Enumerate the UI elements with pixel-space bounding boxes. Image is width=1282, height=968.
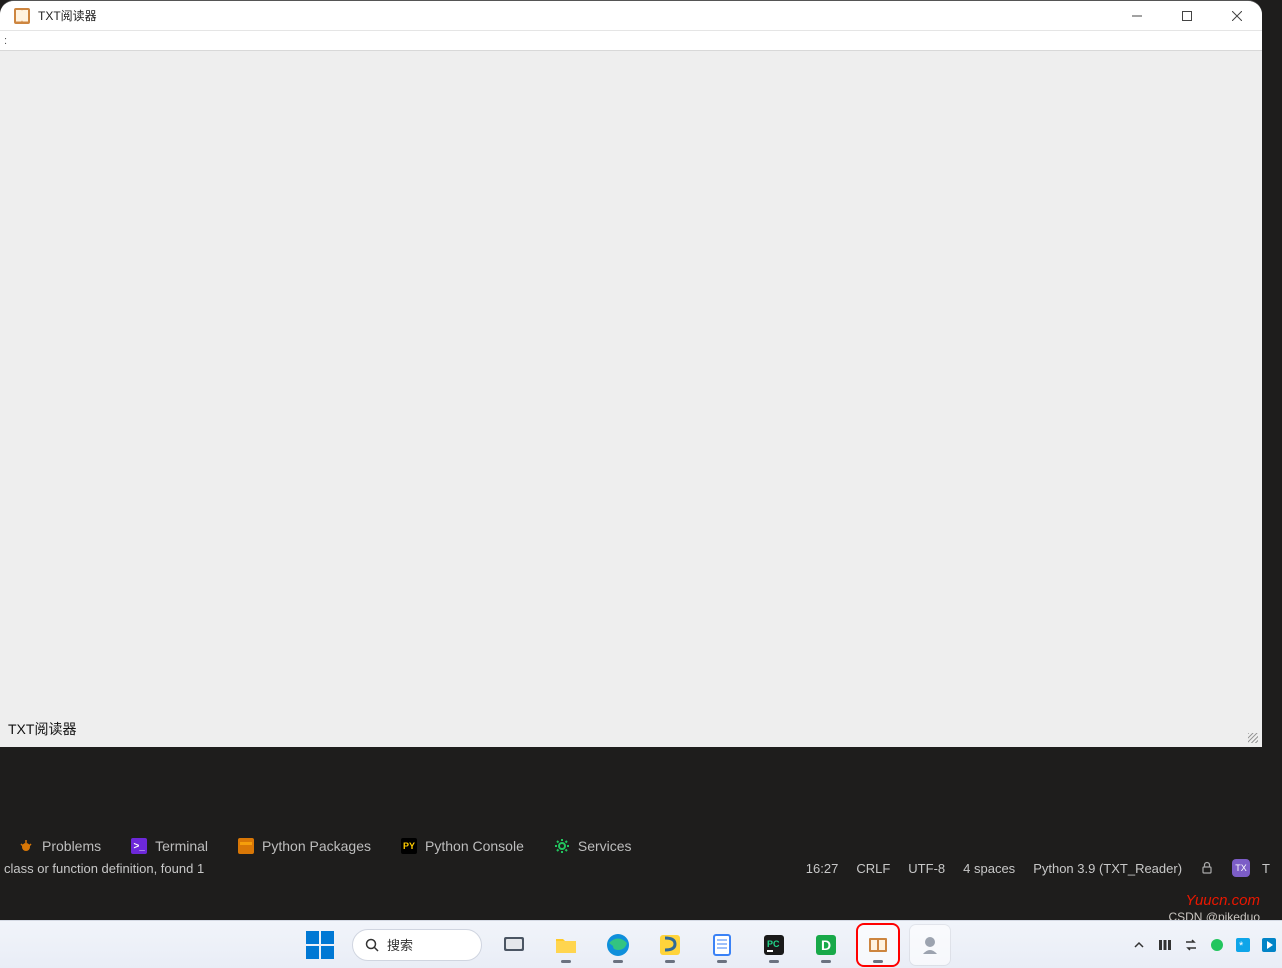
tx-partial-text: T xyxy=(1262,861,1270,876)
tray-app-1[interactable] xyxy=(1156,936,1174,954)
bars-icon xyxy=(1157,937,1173,953)
windows-taskbar: 搜索 PC D xyxy=(0,920,1282,968)
file-explorer-button[interactable] xyxy=(546,925,586,965)
tab-python-console[interactable]: PY Python Console xyxy=(401,838,524,854)
app-status-text: TXT阅读器 xyxy=(8,719,76,739)
svg-text:D: D xyxy=(821,937,831,953)
indent-setting[interactable]: 4 spaces xyxy=(963,861,1015,876)
tab-label: Python Packages xyxy=(262,838,371,854)
tray-overflow-button[interactable] xyxy=(1130,936,1148,954)
folder-icon xyxy=(553,932,579,958)
menu-grip: : xyxy=(4,35,7,47)
tab-label: Problems xyxy=(42,838,101,854)
tab-problems[interactable]: Problems xyxy=(18,838,101,854)
tab-label: Python Console xyxy=(425,838,524,854)
svg-text:PC: PC xyxy=(767,939,780,949)
close-button[interactable] xyxy=(1212,1,1262,30)
notepad-button[interactable] xyxy=(702,925,742,965)
d-app-icon: D xyxy=(813,932,839,958)
task-view-button[interactable] xyxy=(494,925,534,965)
window-title: TXT阅读器 xyxy=(38,7,97,24)
sync-icon xyxy=(1183,937,1199,953)
status-message: class or function definition, found 1 xyxy=(0,861,204,876)
ide-status-bar: class or function definition, found 1 16… xyxy=(0,857,1282,879)
gear-icon xyxy=(554,838,570,854)
txt-reader-window: TXT阅读器 : TXT阅读器 xyxy=(0,0,1262,747)
tray-app-5[interactable] xyxy=(1260,936,1278,954)
maximize-icon xyxy=(1182,11,1192,21)
terminal-icon: >_ xyxy=(131,838,147,854)
minimize-button[interactable] xyxy=(1112,1,1162,30)
tab-services[interactable]: Services xyxy=(554,838,632,854)
close-icon xyxy=(1232,11,1242,21)
menubar[interactable]: : xyxy=(0,31,1262,51)
lock-icon[interactable] xyxy=(1200,861,1214,875)
txt-reader-taskbar-button[interactable] xyxy=(858,925,898,965)
line-separator[interactable]: CRLF xyxy=(856,861,890,876)
system-tray: * xyxy=(1130,936,1278,954)
tab-python-packages[interactable]: Python Packages xyxy=(238,838,371,854)
tab-terminal[interactable]: >_ Terminal xyxy=(131,838,208,854)
python-interpreter[interactable]: Python 3.9 (TXT_Reader) xyxy=(1033,861,1182,876)
taskbar-search[interactable]: 搜索 xyxy=(352,929,482,961)
start-button[interactable] xyxy=(300,925,340,965)
tab-label: Terminal xyxy=(155,838,208,854)
pycharm-app-button[interactable] xyxy=(650,925,690,965)
ide-panel: Problems >_ Terminal Python Packages PY … xyxy=(0,747,1282,887)
character-app-button[interactable] xyxy=(910,925,950,965)
tray-app-3[interactable] xyxy=(1208,936,1226,954)
tool-window-tabs: Problems >_ Terminal Python Packages PY … xyxy=(18,838,632,854)
book-icon xyxy=(865,932,891,958)
notepad-icon xyxy=(709,932,735,958)
minimize-icon xyxy=(1132,11,1142,21)
pycharm-logo-icon xyxy=(657,932,683,958)
python-icon: PY xyxy=(401,838,417,854)
pycharm-button[interactable]: PC xyxy=(754,925,794,965)
tx-badge[interactable]: TX xyxy=(1232,859,1250,877)
watermark-site: Yuucn.com xyxy=(1186,892,1260,909)
package-icon xyxy=(238,838,254,854)
search-icon xyxy=(365,938,379,952)
d-app-button[interactable]: D xyxy=(806,925,846,965)
book-icon xyxy=(14,8,30,24)
chevron-up-icon xyxy=(1132,938,1146,952)
edge-browser-button[interactable] xyxy=(598,925,638,965)
windows-logo-icon xyxy=(306,931,334,959)
tray-app-4[interactable]: * xyxy=(1234,936,1252,954)
green-circle-icon xyxy=(1209,937,1225,953)
svg-text:*: * xyxy=(1239,940,1244,952)
edge-icon xyxy=(605,932,631,958)
pycharm-icon: PC xyxy=(761,932,787,958)
file-encoding[interactable]: UTF-8 xyxy=(908,861,945,876)
tray-app-2[interactable] xyxy=(1182,936,1200,954)
titlebar[interactable]: TXT阅读器 xyxy=(0,1,1262,31)
blue-star-icon: * xyxy=(1235,937,1251,953)
tab-label: Services xyxy=(578,838,632,854)
resize-grip-icon[interactable] xyxy=(1248,733,1258,743)
bug-icon xyxy=(18,838,34,854)
window-controls xyxy=(1112,1,1262,30)
search-label: 搜索 xyxy=(387,935,413,954)
maximize-button[interactable] xyxy=(1162,1,1212,30)
blue-arrow-icon xyxy=(1261,937,1277,953)
reader-content[interactable] xyxy=(0,51,1262,733)
character-icon xyxy=(917,932,943,958)
task-view-icon xyxy=(501,932,527,958)
cursor-position[interactable]: 16:27 xyxy=(806,861,839,876)
